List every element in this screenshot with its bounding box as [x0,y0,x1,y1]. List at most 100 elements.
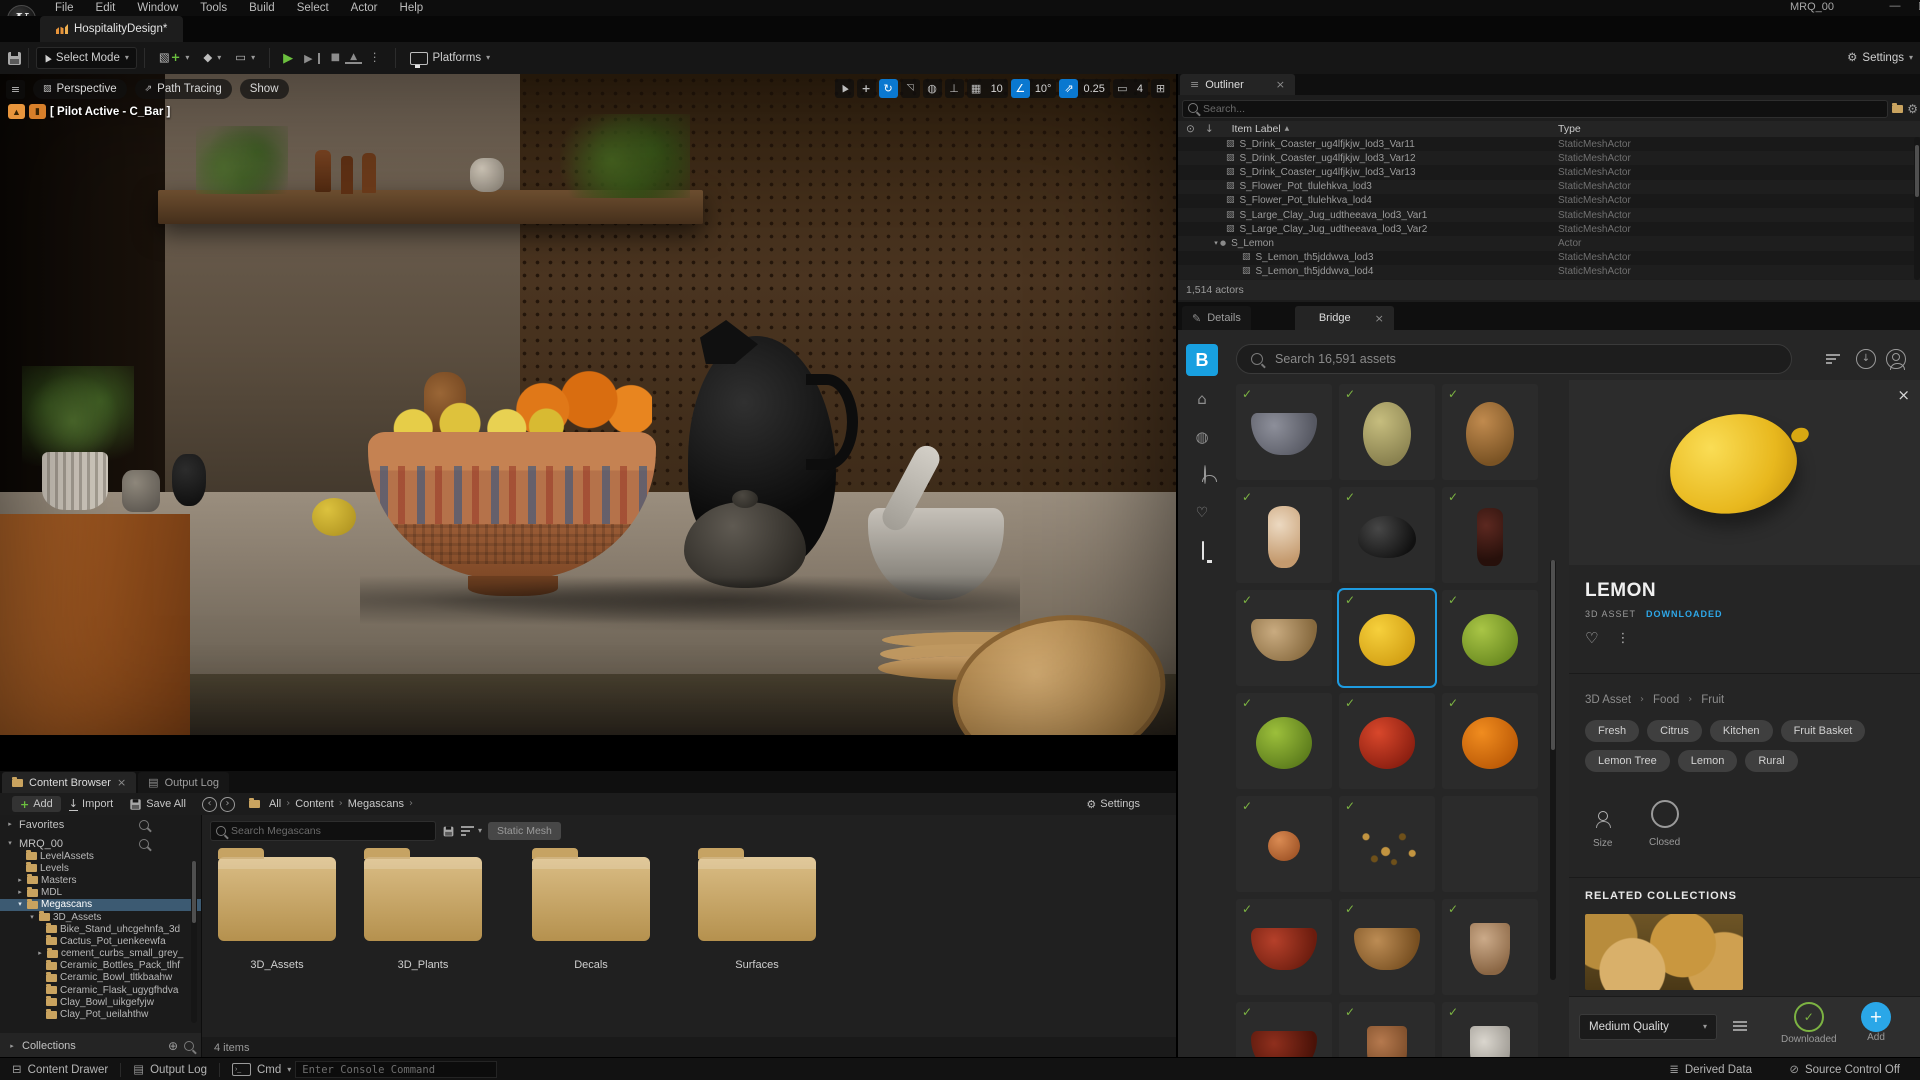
tag-fruit-basket[interactable]: Fruit Basket [1781,720,1866,742]
folder-tile-decals[interactable]: Decals [532,857,650,971]
outliner-row[interactable]: ▧S_Flower_Pot_tlulehkva_lod4StaticMeshAc… [1178,194,1920,208]
caret-closed-icon[interactable]: ▸ [36,950,44,957]
outliner-row[interactable]: ▧S_Lemon_th5jddwva_lod3StaticMeshActor [1178,251,1920,265]
frame-skip-button[interactable]: ▶ [299,53,319,64]
platforms-dropdown[interactable]: Platforms ▾ [403,48,498,69]
outliner-row[interactable]: ▧S_Large_Clay_Jug_udtheeava_lod3_Var2Sta… [1178,222,1920,236]
bridge-search-input[interactable] [1273,351,1777,367]
outliner-row[interactable]: ▧S_Drink_Coaster_ug4lfjkjw_lod3_Var13Sta… [1178,165,1920,179]
outliner-search-input[interactable] [1182,100,1888,118]
outliner-row[interactable]: ▧S_Lemon_th5jddwva_lod4StaticMeshActor [1178,265,1920,279]
back-icon[interactable]: ‹ [202,797,217,812]
tree-item-mdl[interactable]: ▸MDL [0,887,201,899]
favorites-section[interactable]: ▸ Favorites [0,815,201,834]
caret-closed-icon[interactable]: ▸ [16,877,24,884]
home-icon[interactable]: ⌂ [1192,392,1212,407]
asset-tile-clay-cup[interactable]: ✓ [1339,1002,1435,1057]
asset-tile-clay-goblet[interactable]: ✓ [1442,899,1538,995]
filter-dropdown[interactable]: ▾ [461,824,482,838]
scale-tool[interactable]: ◹ [901,79,920,98]
viewport-options-menu[interactable]: ≡ [6,80,25,99]
pin-icon[interactable]: ↓ [1205,124,1214,135]
blueprints-button[interactable]: ◆ ▾ [196,48,228,68]
close-icon[interactable]: × [1375,313,1384,324]
menu-actor[interactable]: Actor [340,1,389,15]
account-icon[interactable] [1192,466,1212,483]
asset-tile-lime[interactable]: ✓ [1442,590,1538,686]
asset-tile-ceramic-vase[interactable]: ✓ [1236,487,1332,583]
tree-item-clay-bowl[interactable]: Clay_Bowl_uikgefyjw [0,996,201,1008]
tree-item-bike-stand[interactable]: Bike_Stand_uhcgehnfa_3d [0,923,201,935]
derived-data-button[interactable]: ≣ Derived Data [1657,1058,1764,1080]
caret-open-icon[interactable]: ▾ [16,901,24,908]
globe-icon[interactable]: ◍ [1192,430,1212,445]
account-icon[interactable] [1886,349,1906,369]
asset-preview[interactable]: × [1569,380,1920,565]
bridge-logo[interactable]: B [1186,344,1218,376]
caret-open-icon[interactable]: ▾ [1212,240,1220,247]
tag-citrus[interactable]: Citrus [1647,720,1702,742]
asset-tile-brown-bottle[interactable]: ✓ [1442,487,1538,583]
download-settings-icon[interactable] [1733,1019,1749,1033]
add-collection-icon[interactable]: ⊕ [168,1040,178,1052]
asset-tile-peach[interactable]: ✓ [1236,796,1332,892]
static-mesh-filter-chip[interactable]: Static Mesh [488,822,561,840]
heart-icon[interactable]: ♡ [1192,506,1212,520]
asset-tile-wooden-bowl[interactable]: ✓ [1339,899,1435,995]
tree-item-masters[interactable]: ▸Masters [0,874,201,886]
filter-icon[interactable] [1826,352,1842,366]
tree-item-levelassets[interactable]: LevelAssets [0,850,201,862]
outliner-row[interactable]: ▧S_Drink_Coaster_ug4lfjkjw_lod3_Var12Sta… [1178,151,1920,165]
stop-button[interactable]: ■ [326,53,345,63]
output-log-tab[interactable]: ▤ Output Log [138,772,229,793]
cb-settings-button[interactable]: ⚙ Settings [1078,796,1148,812]
tree-item-megascans[interactable]: ▾Megascans [0,899,201,911]
content-drawer-button[interactable]: ⊟ Content Drawer [0,1058,120,1080]
tag-kitchen[interactable]: Kitchen [1710,720,1773,742]
breadcrumb-all[interactable]: All [266,798,284,810]
kebab-menu-icon[interactable]: ⋮ [1616,632,1629,645]
asset-tile-stone-mortar-bowl[interactable]: ✓ [1236,384,1332,480]
folder-tile-3d-plants[interactable]: 3D_Plants [364,857,482,971]
caret-open-icon[interactable]: ▾ [6,840,14,847]
column-type-label[interactable]: Type [1558,123,1581,135]
menu-help[interactable]: Help [389,1,435,15]
show-dropdown[interactable]: Show [240,79,289,99]
quality-select[interactable]: Medium Quality ▾ [1579,1014,1717,1040]
close-detail-icon[interactable]: × [1897,388,1910,403]
pilot-indicator[interactable]: ▲ ▮ [ Pilot Active - C_Bar ] [8,104,170,119]
eject-button[interactable]: ▲ [345,53,362,64]
settings-dropdown[interactable]: ⚙ Settings ▾ [1840,48,1920,68]
local-assets-icon[interactable] [1192,542,1212,559]
menu-edit[interactable]: Edit [85,1,127,15]
caret-closed-icon[interactable]: ▸ [6,821,14,828]
world-space-toggle[interactable]: ◍ [923,79,942,98]
asset-tile-dark-red-bowl[interactable]: ✓ [1236,1002,1332,1057]
output-log-button[interactable]: ▤ Output Log [121,1058,219,1080]
menu-file[interactable]: File [44,1,85,15]
viewport-3d-scene[interactable]: ≡ ▧ Perspective ⇗ Path Tracing Show ▲ ▮ … [0,74,1176,769]
rotate-tool[interactable]: ↻ [879,79,898,98]
breadcrumb-food[interactable]: Food [1653,694,1679,706]
search-icon[interactable] [139,839,149,849]
move-tool[interactable]: + [857,79,876,98]
add-button[interactable]: + Add [12,796,61,812]
save-icon[interactable] [8,52,21,65]
asset-tile-dried-flowers[interactable]: ✓ [1339,796,1435,892]
tree-item-ceramic-bottles[interactable]: Ceramic_Bottles_Pack_tlhf [0,960,201,972]
outliner-row[interactable]: ▧S_Flower_Pot_tlulehkva_lod3StaticMeshAc… [1178,180,1920,194]
asset-tile-white-cup[interactable]: ✓ [1442,1002,1538,1057]
menu-window[interactable]: Window [126,1,189,15]
caret-open-icon[interactable]: ▾ [28,914,36,921]
select-mode-dropdown[interactable]: ▲ Select Mode ▾ [36,47,137,69]
breadcrumb-fruit[interactable]: Fruit [1701,694,1724,706]
project-tab[interactable]: HospitalityDesign* [40,16,183,42]
column-item-label[interactable]: Item Label [1232,123,1281,135]
menu-build[interactable]: Build [238,1,286,15]
asset-tile-red-bowl[interactable]: ✓ [1236,899,1332,995]
bridge-search-bar[interactable] [1236,344,1792,374]
collections-section[interactable]: ▸ Collections ⊕ [0,1033,202,1059]
menu-select[interactable]: Select [286,1,340,15]
tag-lemon-tree[interactable]: Lemon Tree [1585,750,1670,772]
tag-lemon[interactable]: Lemon [1678,750,1738,772]
